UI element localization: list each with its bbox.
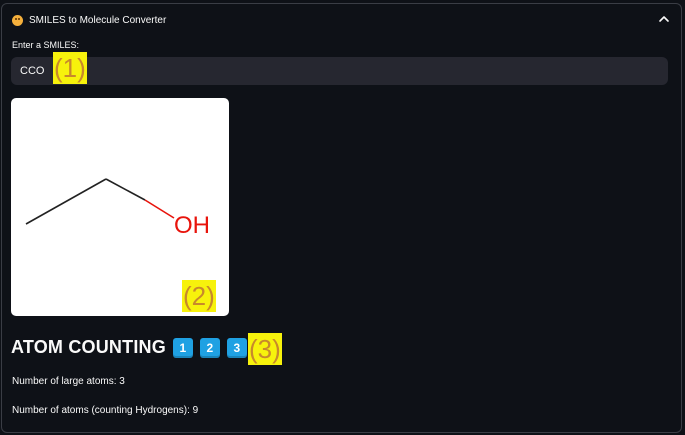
section-title-text: ATOM COUNTING <box>11 337 166 357</box>
total-atoms-count: Number of atoms (counting Hydrogens): 9 <box>12 405 199 416</box>
large-atoms-count: Number of large atoms: 3 <box>12 376 125 387</box>
annotation-marker-3: (3) <box>248 333 282 365</box>
smiles-input-label: Enter a SMILES: <box>12 40 80 50</box>
bond-c1-c2 <box>25 178 107 225</box>
bond-c2-o-dark <box>105 178 146 201</box>
bond-c2-o-red <box>144 199 175 219</box>
smiles-input[interactable] <box>11 57 668 85</box>
keycap-2-icon: 2 <box>199 337 220 358</box>
keycap-1-icon: 1 <box>172 337 193 358</box>
annotation-marker-2: (2) <box>182 280 216 312</box>
expander-title: SMILES to Molecule Converter <box>29 14 167 26</box>
expander-header[interactable]: SMILES to Molecule Converter <box>12 12 166 28</box>
atom-counting-heading: ATOM COUNTING 1 2 3 <box>11 337 247 358</box>
chevron-up-icon[interactable] <box>657 12 671 26</box>
smiling-face-icon <box>12 14 23 26</box>
keycap-3-icon: 3 <box>226 337 247 358</box>
oxygen-atom-label: OH <box>174 212 210 239</box>
annotation-marker-1: (1) <box>53 52 87 84</box>
